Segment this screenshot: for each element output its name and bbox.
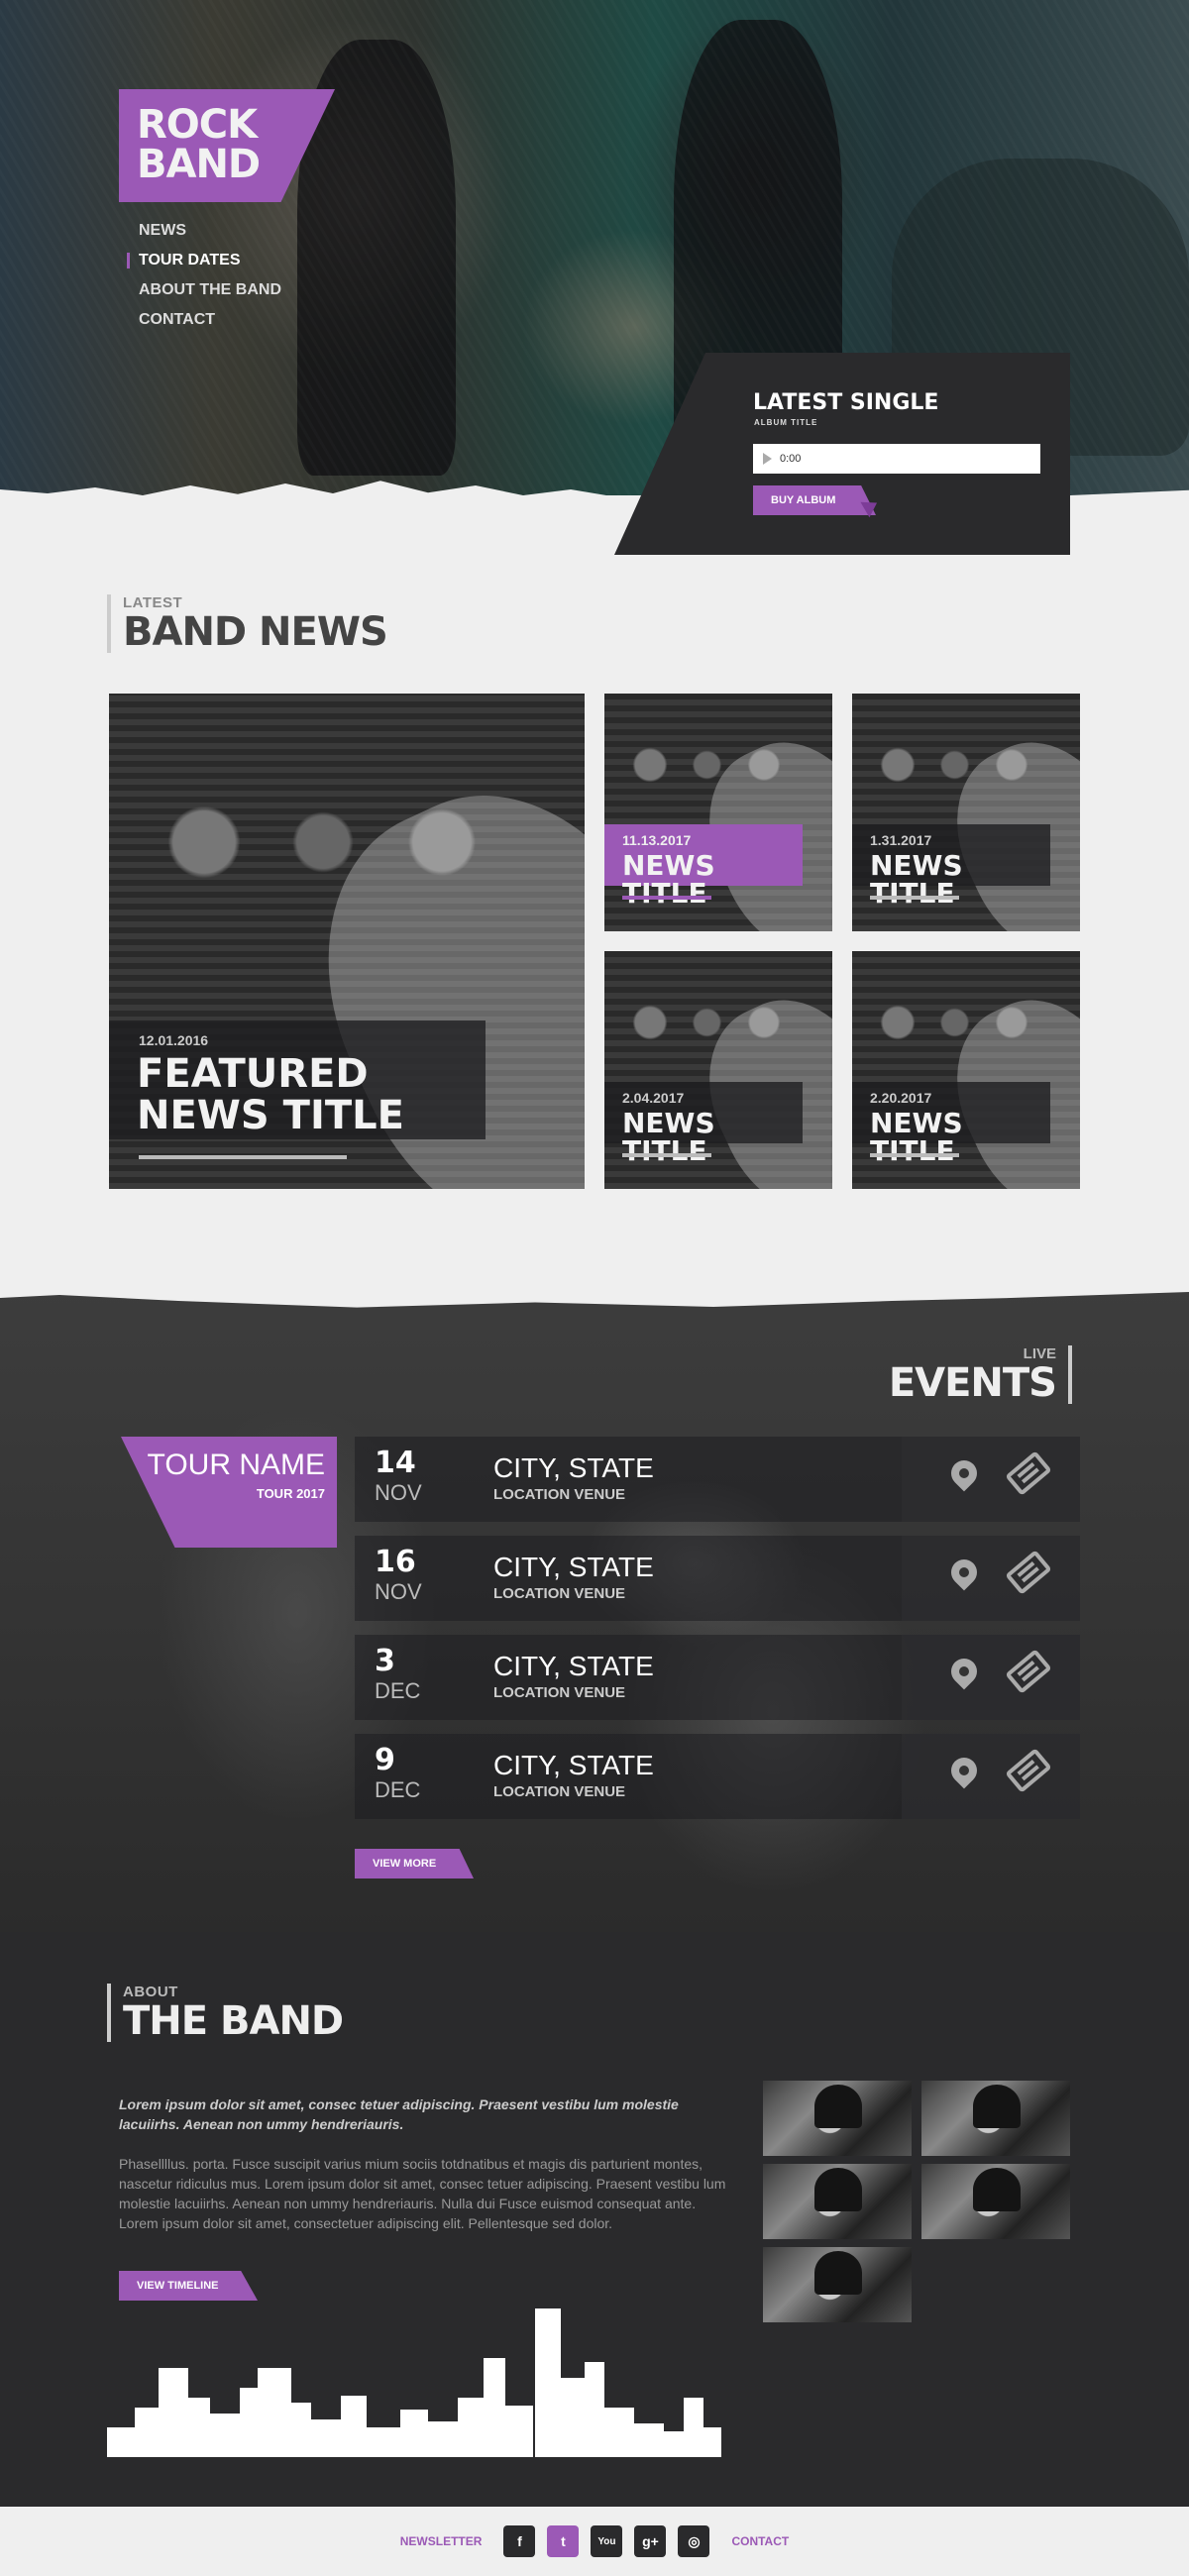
ticket-icon[interactable] [1005,1550,1052,1595]
featured-title-line-1: FEATURED [137,1051,369,1097]
news-underline [870,1153,959,1157]
event-city: CITY, STATE [493,1552,654,1582]
event-row[interactable]: 14 NOV CITY, STATE LOCATION VENUE [355,1437,1080,1522]
logo-line-2: BAND [137,142,261,187]
about-section: ABOUT THE BAND Lorem ipsum dolor sit ame… [0,1932,1189,2507]
youtube-icon[interactable]: You [591,2525,623,2557]
event-actions [902,1635,1080,1720]
events-section: LIVE EVENTS TOUR NAME TOUR 2017 14 NOV C… [0,1286,1189,1932]
tour-year: TOUR 2017 [256,1486,325,1501]
torn-edge [0,1286,1189,1308]
featured-date: 12.01.2016 [139,1032,209,1048]
news-underline [870,896,959,900]
nav-about[interactable]: ABOUT THE BAND [127,275,281,305]
play-icon[interactable] [763,453,772,465]
ticket-icon[interactable] [1005,1649,1052,1694]
band-member-photo[interactable] [763,2081,912,2156]
single-title: LATEST SINGLE [753,390,939,415]
event-day: 16 [375,1545,416,1579]
event-row[interactable]: 3 DEC CITY, STATE LOCATION VENUE [355,1635,1080,1720]
buy-album-button[interactable]: BUY ALBUM [753,485,876,515]
map-pin-icon[interactable] [945,1554,983,1591]
newsletter-link[interactable]: NEWSLETTER [400,2534,483,2548]
news-card[interactable]: 2.04.2017 NEWS TITLE [604,951,832,1189]
featured-underline [139,1155,347,1159]
news-date: 1.31.2017 [870,832,932,848]
band-member-photo[interactable] [921,2081,1070,2156]
featured-title-line-2: NEWS TITLE [137,1093,404,1138]
ticket-icon[interactable] [1005,1450,1052,1496]
view-timeline-button[interactable]: VIEW TIMELINE [119,2271,258,2301]
event-venue: LOCATION VENUE [493,1585,626,1602]
about-title: THE BAND [123,1998,344,2044]
map-pin-icon[interactable] [945,1653,983,1690]
city-skyline-graphic [107,2308,721,2457]
event-month: NOV [375,1480,422,1505]
main-nav: NEWS TOUR DATES ABOUT THE BAND CONTACT [127,216,281,335]
logo-line-1: ROCK [137,102,258,148]
news-heading: LATEST BAND NEWS [107,594,388,655]
player-time: 0:00 [780,453,802,465]
news-caption: 11.13.2017 NEWS TITLE [604,824,803,908]
news-caption: 2.20.2017 NEWS TITLE [852,1082,1050,1165]
band-member-photo[interactable] [763,2247,912,2322]
news-caption: 2.04.2017 NEWS TITLE [604,1082,803,1165]
news-caption: 1.31.2017 NEWS TITLE [852,824,1050,908]
nav-contact[interactable]: CONTACT [127,305,281,335]
news-underline [622,896,711,900]
news-card[interactable]: 11.13.2017 NEWS TITLE [604,694,832,931]
map-pin-icon[interactable] [945,1454,983,1492]
event-actions [902,1734,1080,1819]
event-row[interactable]: 9 DEC CITY, STATE LOCATION VENUE [355,1734,1080,1819]
news-date: 2.04.2017 [622,1090,685,1106]
news-date: 11.13.2017 [622,832,692,848]
footer: NEWSLETTER f t You g+ ◎ CONTACT [0,2507,1189,2576]
event-day: 14 [375,1446,416,1480]
band-member-photo[interactable] [921,2164,1070,2239]
event-venue: LOCATION VENUE [493,1486,626,1503]
event-month: NOV [375,1579,422,1604]
featured-caption: 12.01.2016 FEATURED NEWS TITLE [109,1020,486,1139]
nav-tour-dates[interactable]: TOUR DATES [127,246,281,275]
instagram-icon[interactable]: ◎ [678,2525,710,2557]
event-city: CITY, STATE [493,1452,654,1483]
event-row[interactable]: 16 NOV CITY, STATE LOCATION VENUE [355,1536,1080,1621]
events-heading: LIVE EVENTS [889,1345,1072,1404]
events-title: EVENTS [888,1360,1057,1406]
featured-news-card[interactable]: 12.01.2016 FEATURED NEWS TITLE [109,694,585,1189]
event-venue: LOCATION VENUE [493,1684,626,1701]
about-body: Phasellllus. porta. Fusce suscipit variu… [119,2156,726,2231]
news-date: 2.20.2017 [870,1090,932,1106]
band-member-photo[interactable] [763,2164,912,2239]
event-actions [902,1536,1080,1621]
event-day: 3 [375,1644,395,1678]
facebook-icon[interactable]: f [503,2525,536,2557]
contact-link[interactable]: CONTACT [731,2534,789,2548]
googleplus-icon[interactable]: g+ [634,2525,667,2557]
event-day: 9 [375,1743,395,1777]
nav-news[interactable]: NEWS [127,216,281,246]
map-pin-icon[interactable] [945,1752,983,1789]
twitter-icon[interactable]: t [547,2525,580,2557]
album-title: ALBUM TITLE [754,418,818,427]
event-city: CITY, STATE [493,1750,654,1780]
about-lead: Lorem ipsum dolor sit amet, consec tetue… [119,2096,679,2132]
tour-name-badge: TOUR NAME TOUR 2017 [121,1437,337,1548]
tour-name: TOUR NAME [147,1449,325,1481]
news-card[interactable]: 1.31.2017 NEWS TITLE [852,694,1080,931]
event-venue: LOCATION VENUE [493,1783,626,1800]
news-title: BAND NEWS [123,609,388,655]
view-more-button[interactable]: VIEW MORE [355,1849,474,1878]
event-actions [902,1437,1080,1522]
ticket-icon[interactable] [1005,1748,1052,1793]
about-heading: ABOUT THE BAND [107,1984,344,2044]
event-month: DEC [375,1777,421,1802]
audio-player[interactable]: 0:00 [753,444,1040,474]
news-card[interactable]: 2.20.2017 NEWS TITLE [852,951,1080,1189]
event-city: CITY, STATE [493,1651,654,1681]
event-month: DEC [375,1678,421,1703]
news-underline [622,1153,711,1157]
